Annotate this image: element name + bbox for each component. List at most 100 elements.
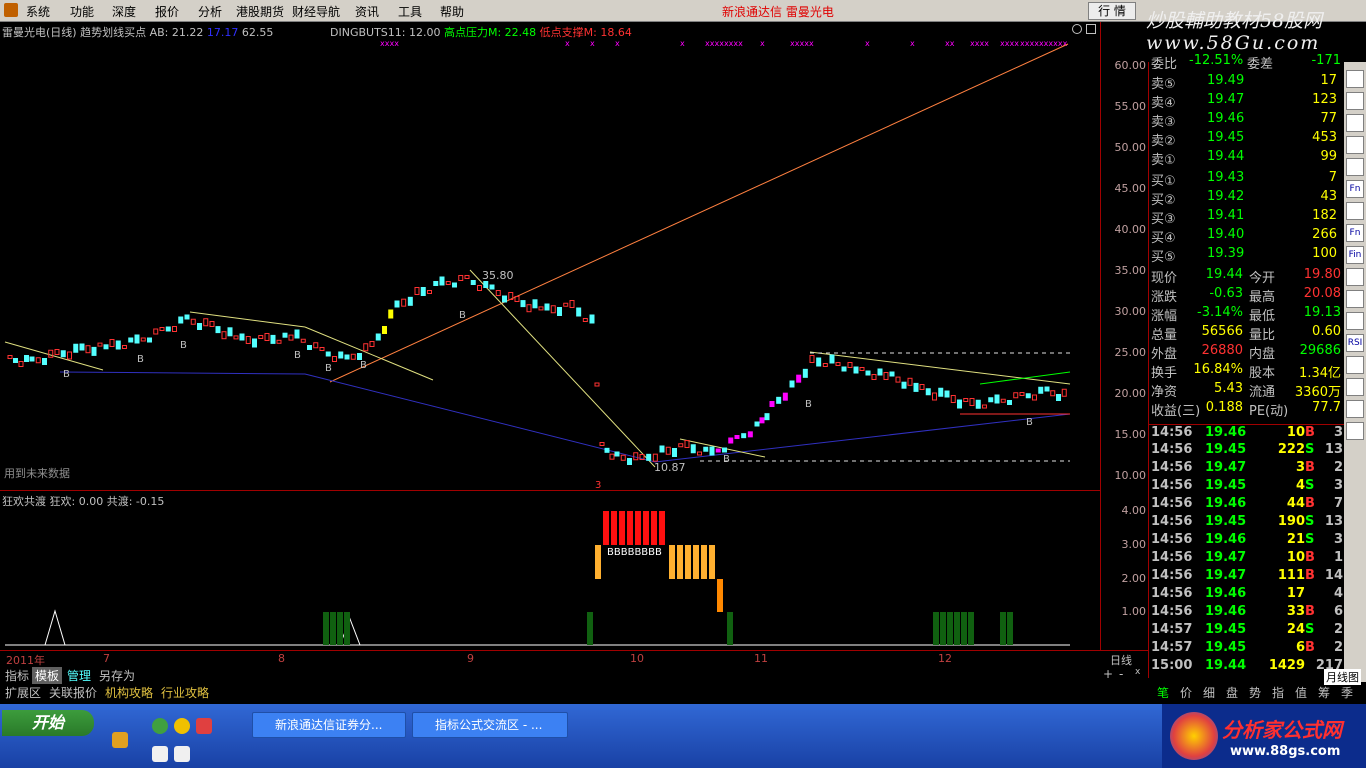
tick-row[interactable]: 14:56 19.47 3 B 2 xyxy=(1149,460,1345,479)
start-button[interactable]: 开始 xyxy=(2,710,94,736)
tick-row[interactable]: 15:00 19.44 1429 217 xyxy=(1149,658,1345,677)
bid-row[interactable]: 买⑤ 19.39 100 xyxy=(1149,246,1345,265)
tool-icon[interactable] xyxy=(1346,136,1364,154)
tab-industry[interactable]: 行业攻略 xyxy=(158,684,212,701)
tick-row[interactable]: 14:56 19.45 4 S 3 xyxy=(1149,478,1345,497)
tab-manage[interactable]: 管理 xyxy=(64,667,94,684)
tick-row[interactable]: 14:56 19.46 10 B 3 xyxy=(1149,424,1345,443)
menu-item-help[interactable]: 帮助 xyxy=(440,3,464,20)
forward-icon[interactable] xyxy=(174,718,190,734)
tick-row[interactable]: 14:56 19.47 111 B 14 xyxy=(1149,568,1345,587)
bid-row[interactable]: 买③ 19.41 182 xyxy=(1149,208,1345,227)
menu-item-hk-futures[interactable]: 港股期货 xyxy=(236,3,284,20)
tool-icon[interactable]: RSI xyxy=(1346,334,1364,352)
panel-tab[interactable]: 细 xyxy=(1200,684,1218,701)
candle xyxy=(944,390,950,398)
zoom-in-icon[interactable]: + xyxy=(1100,667,1116,681)
task-forum[interactable]: 指标公式交流区 - ... xyxy=(412,712,568,738)
tick-row[interactable]: 14:56 19.46 21 S 3 xyxy=(1149,532,1345,551)
desktop-icon[interactable] xyxy=(112,732,128,748)
tab-institution[interactable]: 机构攻略 xyxy=(102,684,156,701)
tab-template[interactable]: 模板 xyxy=(32,667,63,684)
stat-value: -0.63 xyxy=(1209,286,1243,301)
tool-icon[interactable] xyxy=(1346,114,1364,132)
stat-row[interactable]: 总量 56566 量比 0.60 xyxy=(1149,324,1345,343)
menu-item-quote[interactable]: 报价 xyxy=(155,3,179,20)
candle xyxy=(865,370,871,376)
panel-tab[interactable]: 季 xyxy=(1338,684,1356,701)
menu-item-info[interactable]: 资讯 xyxy=(355,3,379,20)
close-icon[interactable]: x xyxy=(1132,667,1143,677)
panel-tab[interactable]: 值 xyxy=(1292,684,1310,701)
tool-icon[interactable] xyxy=(1346,422,1364,440)
stat-row[interactable]: 净资 5.43 流通 3360万 xyxy=(1149,381,1345,400)
quote-button[interactable]: 行 情 xyxy=(1088,2,1136,20)
menu-item-depth[interactable]: 深度 xyxy=(112,3,136,20)
tool-icon[interactable] xyxy=(1346,202,1364,220)
tool-icon[interactable] xyxy=(1346,92,1364,110)
tick-row[interactable]: 14:56 19.45 222 S 13 xyxy=(1149,442,1345,461)
ask-row[interactable]: 卖③ 19.46 77 xyxy=(1149,111,1345,130)
panel-tab[interactable]: 势 xyxy=(1246,684,1264,701)
bid-row[interactable]: 买④ 19.40 266 xyxy=(1149,227,1345,246)
panel-tab[interactable]: 笔 xyxy=(1154,684,1172,701)
app-launch-icon[interactable] xyxy=(196,718,212,734)
tool-icon[interactable] xyxy=(1346,268,1364,286)
tab-related-quotes[interactable]: 关联报价 xyxy=(46,684,100,701)
tick-row[interactable]: 14:56 19.47 10 B 1 xyxy=(1149,550,1345,569)
tool-icon[interactable] xyxy=(1346,290,1364,308)
keyboard-icon[interactable] xyxy=(152,746,168,762)
indicator-bar xyxy=(611,511,617,545)
ask-row[interactable]: 卖② 19.45 453 xyxy=(1149,130,1345,149)
tick-row[interactable]: 14:56 19.46 44 B 7 xyxy=(1149,496,1345,515)
stat-row[interactable]: 外盘 26880 内盘 29686 xyxy=(1149,343,1345,362)
task-tdx[interactable]: 新浪通达信证券分... xyxy=(252,712,406,738)
ask-row[interactable]: 卖⑤ 19.49 17 xyxy=(1149,73,1345,92)
tool-icon[interactable]: Fn xyxy=(1346,180,1364,198)
panel-tab[interactable]: 指 xyxy=(1269,684,1287,701)
ask-row[interactable]: 卖① 19.44 99 xyxy=(1149,149,1345,168)
tool-icon[interactable] xyxy=(1346,356,1364,374)
tool-icon[interactable] xyxy=(1346,378,1364,396)
tab-extension[interactable]: 扩展区 xyxy=(2,684,44,701)
indicator-bar xyxy=(323,612,329,645)
tick-row[interactable]: 14:57 19.45 24 S 2 xyxy=(1149,622,1345,641)
tick-row[interactable]: 14:57 19.45 6 B 2 xyxy=(1149,640,1345,659)
tool-icon[interactable] xyxy=(1346,70,1364,88)
main-kline-chart[interactable]: 雷曼光电(日线) 趋势划线买点 AB: 21.22 17.17 62.55 DI… xyxy=(0,22,1100,490)
panel-tab[interactable]: 价 xyxy=(1177,684,1195,701)
bid-row[interactable]: 买① 19.43 7 xyxy=(1149,170,1345,189)
tool-icon[interactable] xyxy=(1346,158,1364,176)
zoom-out-icon[interactable]: - xyxy=(1116,667,1126,681)
stat-row[interactable]: 收益(三) 0.188 PE(动) 77.7 xyxy=(1149,400,1345,419)
stat-row[interactable]: 涨幅 -3.14% 最低 19.13 xyxy=(1149,305,1345,324)
panel-tab[interactable]: 筹 xyxy=(1315,684,1333,701)
tool-icon[interactable]: Fn xyxy=(1346,224,1364,242)
stat-row[interactable]: 现价 19.44 今开 19.80 xyxy=(1149,267,1345,286)
ask-row[interactable]: 卖④ 19.47 123 xyxy=(1149,92,1345,111)
menu-item-finance-nav[interactable]: 财经导航 xyxy=(292,3,340,20)
tick-row[interactable]: 14:56 19.46 33 B 6 xyxy=(1149,604,1345,623)
tick-row[interactable]: 14:56 19.46 17 4 xyxy=(1149,586,1345,605)
menu-item-system[interactable]: 系统 xyxy=(26,3,50,20)
refresh-icon[interactable] xyxy=(152,718,168,734)
stat-row[interactable]: 换手 16.84% 股本 1.34亿 xyxy=(1149,362,1345,381)
svg-text:xxxx: xxxx xyxy=(380,39,399,48)
menu-item-analysis[interactable]: 分析 xyxy=(198,3,222,20)
menu-item-function[interactable]: 功能 xyxy=(70,3,94,20)
stat-row[interactable]: 涨跌 -0.63 最高 20.08 xyxy=(1149,286,1345,305)
tab-save-as[interactable]: 另存为 xyxy=(96,667,138,684)
tool-icon[interactable] xyxy=(1346,400,1364,418)
tab-indicator[interactable]: 指标 xyxy=(2,667,32,684)
month-chart-button[interactable]: 月线图 xyxy=(1324,669,1361,685)
help-icon[interactable] xyxy=(174,746,190,762)
menu-item-tools[interactable]: 工具 xyxy=(398,3,422,20)
indicator-subchart[interactable]: 狂欢共渡 狂欢: 0.00 共渡: -0.15 BBBBBBBB xyxy=(0,490,1100,650)
tick-row[interactable]: 14:56 19.45 190 S 13 xyxy=(1149,514,1345,533)
panel-tab[interactable]: 盘 xyxy=(1223,684,1241,701)
tick-side: B xyxy=(1305,568,1315,583)
tool-icon[interactable] xyxy=(1346,312,1364,330)
candle xyxy=(215,326,221,334)
bid-row[interactable]: 买② 19.42 43 xyxy=(1149,189,1345,208)
tool-icon[interactable]: Fin xyxy=(1346,246,1364,264)
